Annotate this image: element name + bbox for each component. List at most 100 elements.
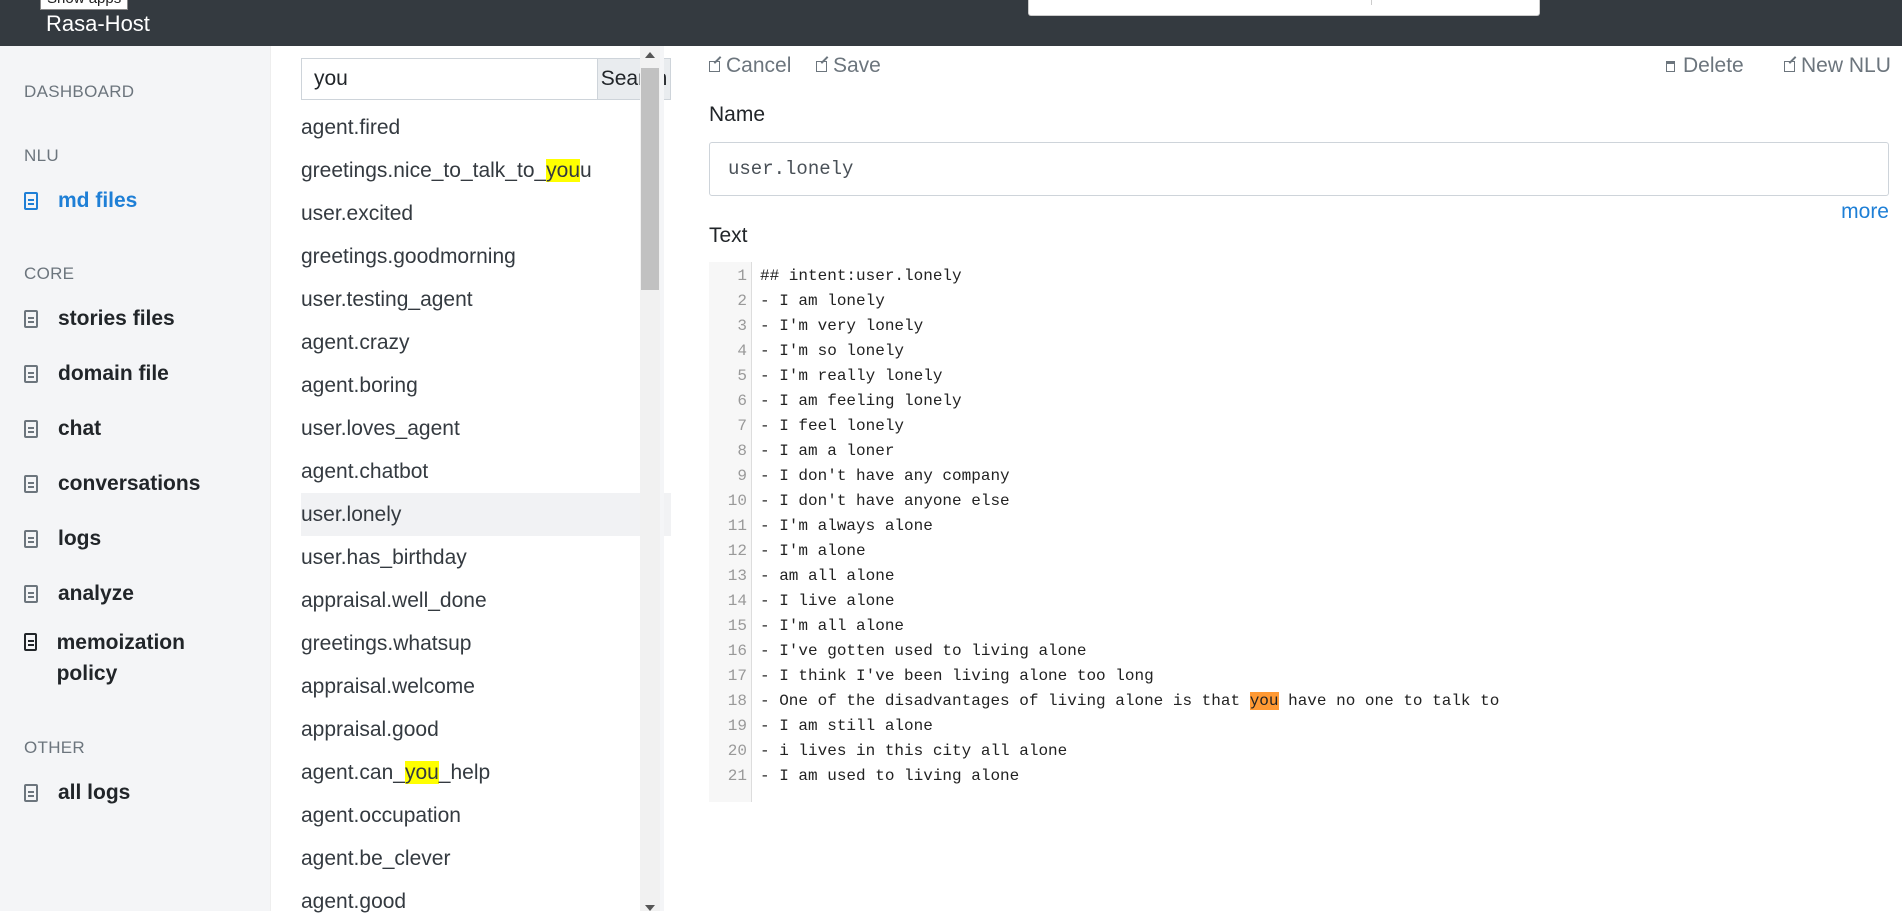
code-text: - I'm all alone	[760, 617, 905, 635]
list-item[interactable]: appraisal.welcome	[301, 665, 671, 708]
list-item[interactable]: agent.fired	[301, 106, 671, 149]
list-item[interactable]: greetings.goodmorning	[301, 235, 671, 278]
sidebar-item-label: all logs	[58, 781, 131, 804]
code-line: 5 - I'm really lonely	[709, 364, 1889, 389]
more-link[interactable]: more	[1841, 200, 1889, 224]
search-highlight: you	[546, 159, 581, 182]
list-scrollbar[interactable]	[640, 46, 660, 911]
list-item[interactable]: user.has_birthday	[301, 536, 671, 579]
code-line: 13 - am all alone	[709, 564, 1889, 589]
sidebar-item-memoization-policy[interactable]: memoization policy	[24, 627, 224, 689]
cancel-button[interactable]: Cancel	[709, 54, 791, 78]
code-text: ## intent:user.lonely	[760, 267, 962, 285]
list-item-text: user.excited	[301, 202, 414, 225]
search-input[interactable]	[302, 59, 597, 99]
sidebar-item-label: stories files	[58, 307, 175, 330]
code-text: have no one to talk to	[1278, 692, 1500, 710]
list-item[interactable]: user.loves_agent	[301, 407, 671, 450]
list-item[interactable]: agent.chatbot	[301, 450, 671, 493]
new-nlu-button[interactable]: New NLU	[1784, 54, 1891, 78]
line-number: 14	[727, 592, 747, 610]
code-text: - I live alone	[760, 592, 895, 610]
code-text: - I'm always alone	[760, 517, 933, 535]
code-text: - am all alone	[760, 567, 895, 585]
intent-list: agent.fired greetings.nice_to_talk_to_you…	[301, 106, 671, 923]
code-line-text: - I am feeling lonely	[760, 389, 962, 414]
sidebar-item-md-files[interactable]: md files	[24, 189, 137, 213]
scroll-up-arrow-icon[interactable]	[645, 52, 655, 58]
line-number: 9	[737, 467, 747, 485]
sidebar-item-chat[interactable]: chat	[24, 417, 101, 441]
line-number: 20	[727, 742, 747, 760]
list-item[interactable]: user.excited	[301, 192, 671, 235]
code-line-text: - I'm very lonely	[760, 314, 923, 339]
section-dashboard[interactable]: DASHBOARD	[24, 82, 134, 102]
code-line: 4 - I'm so lonely	[709, 339, 1889, 364]
code-line-text: - I'm so lonely	[760, 339, 904, 364]
list-item-text: user.has_birthday	[301, 546, 467, 569]
list-item-text: _help	[438, 761, 491, 784]
list-item-text: agent.boring	[301, 374, 418, 397]
file-icon	[24, 633, 37, 651]
main-editor: Cancel Save Delete New NLU Name more Tex…	[664, 46, 1902, 911]
line-number: 13	[727, 567, 747, 585]
code-text: - I'm very lonely	[760, 317, 924, 335]
brand-title[interactable]: Rasa-Host	[46, 11, 150, 37]
list-item[interactable]: greetings.nice_to_talk_to_youu	[301, 149, 671, 192]
list-item[interactable]: user.lonely	[301, 493, 671, 536]
sidebar-item-label: logs	[58, 527, 102, 550]
code-line-text: - I don't have anyone else	[760, 489, 1010, 514]
list-item[interactable]: user.testing_agent	[301, 278, 671, 321]
name-label: Name	[709, 103, 766, 126]
scroll-down-arrow-icon[interactable]	[645, 905, 655, 911]
list-item[interactable]: agent.occupation	[301, 794, 671, 837]
code-line-text: - I am a loner	[760, 439, 894, 464]
sidebar-item-all-logs[interactable]: all logs	[24, 781, 130, 805]
list-item-text: user.lonely	[301, 503, 402, 526]
sidebar-item-stories-files[interactable]: stories files	[24, 307, 175, 331]
list-item[interactable]: agent.crazy	[301, 321, 671, 364]
line-number: 19	[727, 717, 747, 735]
new-nlu-label: New NLU	[1801, 54, 1891, 77]
code-line: 19 - I am still alone	[709, 714, 1889, 739]
line-number: 8	[737, 442, 747, 460]
code-line-text: ## intent:user.lonely	[760, 264, 962, 289]
list-item[interactable]: appraisal.good	[301, 708, 671, 751]
list-item-text: appraisal.welcome	[301, 675, 475, 698]
name-input[interactable]	[709, 142, 1889, 196]
edit-icon	[1784, 60, 1795, 72]
code-line: 9 - I don't have any company	[709, 464, 1889, 489]
save-button[interactable]: Save	[816, 54, 881, 78]
delete-button[interactable]: Delete	[1666, 54, 1744, 78]
code-text: - One of the disadvantages of living alo…	[760, 692, 1250, 710]
list-item-text: user.loves_agent	[301, 417, 460, 440]
sidebar-item-analyze[interactable]: analyze	[24, 582, 134, 606]
list-item[interactable]: agent.be_clever	[301, 837, 671, 880]
sidebar-item-conversations[interactable]: conversations	[24, 472, 200, 496]
code-editor[interactable]: 1 ## intent:user.lonely 2 - I am lonely 3 - I…	[709, 262, 1889, 802]
list-item[interactable]: agent.can_you_help	[301, 751, 671, 794]
list-item[interactable]: greetings.whatsup	[301, 622, 671, 665]
line-number: 16	[727, 642, 747, 660]
code-line-text: - I've gotten used to living alone	[760, 639, 1086, 664]
search-highlight: you	[1249, 692, 1279, 710]
code-text: - I don't have any company	[760, 467, 1010, 485]
edit-icon	[709, 60, 720, 72]
line-number: 12	[727, 542, 747, 560]
list-item-text: greetings.whatsup	[301, 632, 472, 655]
code-line-text: - I am lonely	[760, 289, 885, 314]
code-line: 1 ## intent:user.lonely	[709, 264, 1889, 289]
list-item[interactable]: agent.boring	[301, 364, 671, 407]
code-text: - I am lonely	[760, 292, 885, 310]
sidebar-item-domain-file[interactable]: domain file	[24, 362, 169, 386]
code-line-text: - I'm all alone	[760, 614, 904, 639]
section-nlu: NLU	[24, 146, 59, 165]
scroll-thumb[interactable]	[641, 68, 659, 290]
code-line-text: - am all alone	[760, 564, 894, 589]
code-line-text: - I don't have any company	[760, 464, 1010, 489]
code-text: - i lives in this city all alone	[760, 742, 1068, 760]
sidebar-item-logs[interactable]: logs	[24, 527, 101, 551]
list-item[interactable]: agent.good	[301, 880, 671, 923]
code-line: 21 - I am used to living alone	[709, 764, 1889, 789]
list-item[interactable]: appraisal.well_done	[301, 579, 671, 622]
